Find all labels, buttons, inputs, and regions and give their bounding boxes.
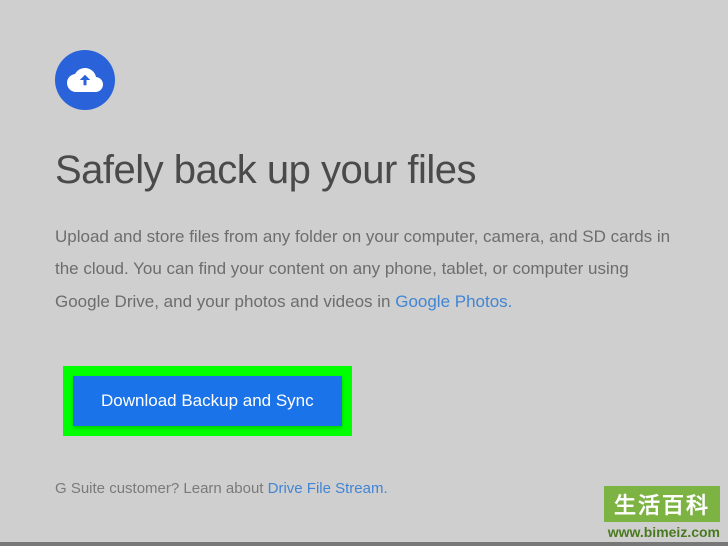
bottom-bar [0,542,728,546]
cloud-upload-icon [55,50,115,110]
drive-file-stream-link[interactable]: Drive File Stream. [268,480,388,497]
google-photos-link[interactable]: Google Photos. [395,292,512,311]
download-backup-sync-button[interactable]: Download Backup and Sync [73,376,342,426]
download-highlight-box: Download Backup and Sync [63,366,352,436]
watermark-url: www.bimeiz.com [604,524,720,540]
watermark: 生活百科 www.bimeiz.com [604,486,720,540]
watermark-text: 生活百科 [604,486,720,522]
gsuite-footer-text: G Suite customer? Learn about Drive File… [55,480,673,497]
description-text: Upload and store files from any folder o… [55,221,673,318]
description-body: Upload and store files from any folder o… [55,227,670,311]
footer-body: G Suite customer? Learn about [55,480,268,497]
page-heading: Safely back up your files [55,148,673,193]
